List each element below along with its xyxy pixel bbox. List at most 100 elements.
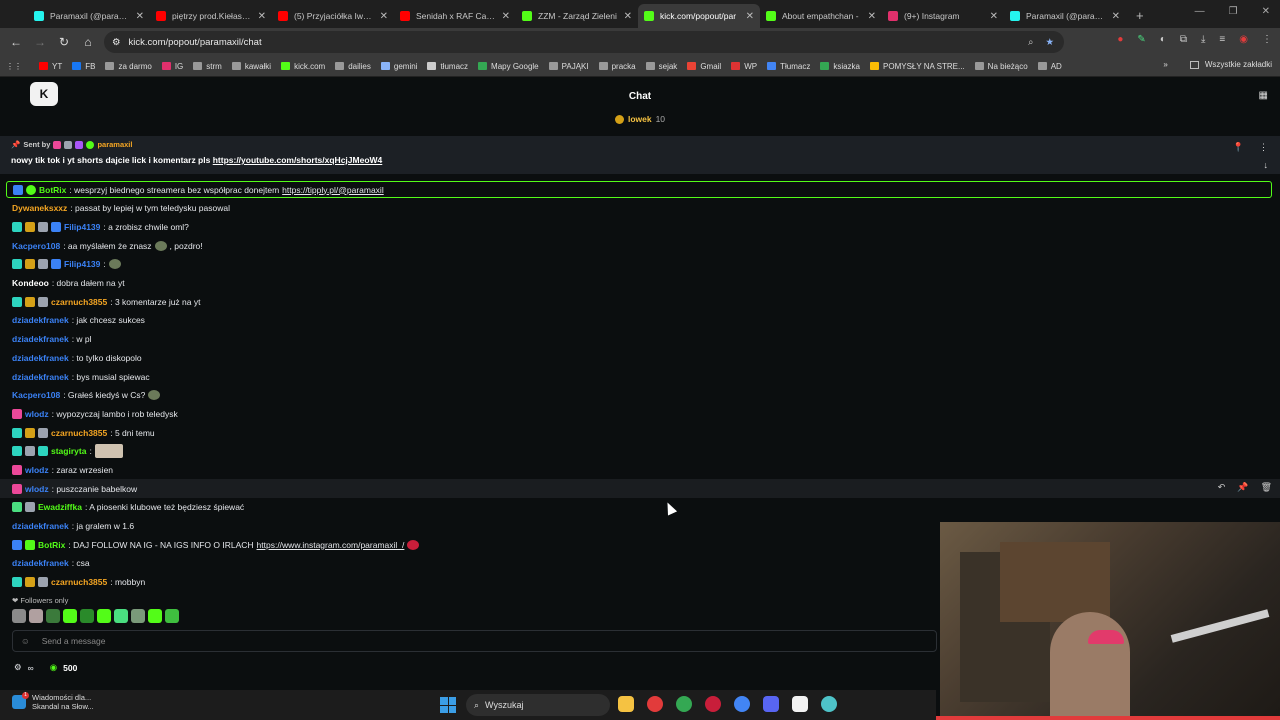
bookmark-item[interactable]: Tłumacz (762, 62, 815, 71)
start-icon[interactable] (440, 697, 456, 713)
close-tab-icon[interactable]: ✕ (136, 11, 144, 22)
chat-username[interactable]: dziadekfranek (12, 521, 69, 531)
browser-tab[interactable]: piętrzy prod.Kiełas - Y ✕ (150, 4, 272, 28)
bookmark-item[interactable]: pracka (594, 62, 641, 71)
bookmark-item[interactable]: Na bieżąco (970, 62, 1033, 71)
back-icon[interactable]: ← (4, 35, 28, 49)
more-options-icon[interactable]: ⋮ (1259, 142, 1268, 153)
address-bar[interactable]: ⚙ kick.com/popout/paramaxil/chat ⌕ ★ (104, 31, 1064, 53)
bookmark-item[interactable]: FB (67, 62, 100, 71)
zoom-icon[interactable]: ⌕ (1028, 37, 1033, 48)
bookmark-item[interactable]: WP (726, 62, 762, 71)
emote-button[interactable] (80, 609, 94, 623)
site-info-icon[interactable]: ⚙ (112, 37, 121, 48)
close-tab-icon[interactable]: ✕ (868, 11, 876, 22)
news-widget[interactable]: 1 Wiadomości dla... Skandal na Słow... (12, 692, 94, 711)
new-tab-icon[interactable]: + (1126, 4, 1154, 28)
settings-icon[interactable]: ⚙ (14, 662, 22, 673)
chat-username[interactable]: BotRix (38, 540, 65, 550)
emote-button[interactable] (97, 609, 111, 623)
collapse-down-icon[interactable]: ↓ (1264, 160, 1269, 170)
app-icon[interactable] (647, 696, 663, 712)
chat-username[interactable]: Filip4139 (64, 259, 100, 269)
close-tab-icon[interactable]: ✕ (258, 11, 266, 22)
maximize-icon[interactable]: ❐ (1229, 6, 1238, 17)
close-tab-icon[interactable]: ✕ (624, 11, 632, 22)
bookmark-item[interactable]: kick.com (276, 62, 330, 71)
forward-icon[interactable]: → (28, 35, 52, 49)
minimize-icon[interactable]: — (1195, 6, 1205, 17)
chat-username[interactable]: czarnuch3855 (51, 577, 107, 587)
message-input[interactable]: ☺ Send a message (12, 630, 937, 652)
bookmark-item[interactable]: gemini (376, 62, 423, 71)
taskbar-search[interactable]: ⌕ Wyszukaj (466, 694, 610, 716)
browser-tab[interactable]: Paramaxil (@paramax ✕ (1004, 4, 1126, 28)
reply-icon[interactable]: ↶ (1218, 482, 1226, 493)
chat-username[interactable]: dziadekfranek (12, 315, 69, 325)
browser-tab[interactable]: About empathchan - ✕ (760, 4, 882, 28)
chrome-icon[interactable] (734, 696, 750, 712)
chat-username[interactable]: Ewadziffka (38, 502, 82, 512)
close-tab-icon[interactable]: ✕ (1112, 11, 1120, 22)
reading-list-icon[interactable]: ≡ (1219, 34, 1225, 45)
pinned-username[interactable]: paramaxil (97, 140, 132, 149)
users-icon[interactable]: ∞ (28, 663, 34, 673)
chat-username[interactable]: Kacpero108 (12, 241, 60, 251)
all-bookmarks-link[interactable]: Wszystkie zakładki (1205, 60, 1272, 69)
browser-icon[interactable] (676, 696, 692, 712)
emote-button[interactable] (46, 609, 60, 623)
capcut-icon[interactable] (792, 696, 808, 712)
bookmark-item[interactable]: ksiazka (815, 62, 865, 71)
extension-gray-icon[interactable]: ◐ (1160, 34, 1166, 45)
browser-tab[interactable]: Senidah x RAF Camo ✕ (394, 4, 516, 28)
profile-avatar-icon[interactable]: ◉ (1239, 34, 1248, 45)
chat-username[interactable]: Kacpero108 (12, 390, 60, 400)
emote-button[interactable] (63, 609, 77, 623)
network-icon[interactable] (821, 696, 837, 712)
chat-username[interactable]: dziadekfranek (12, 353, 69, 363)
emote-button[interactable] (131, 609, 145, 623)
bookmark-item[interactable]: za darmo (100, 62, 156, 71)
record-extension-icon[interactable]: ● (1117, 34, 1123, 45)
chat-username[interactable]: Kondeoo (12, 278, 49, 288)
chat-username[interactable]: dziadekfranek (12, 372, 69, 382)
bookmark-item[interactable]: tłumacz (422, 62, 473, 71)
chat-username[interactable]: dziadekfranek (12, 334, 69, 344)
message-link[interactable]: https://www.instagram.com/paramaxil_/ (257, 540, 405, 550)
bookmark-item[interactable]: IG (157, 62, 188, 71)
pin-icon[interactable]: 📍 (1233, 142, 1244, 153)
bookmark-star-icon[interactable]: ★ (1045, 37, 1054, 48)
close-tab-icon[interactable]: ✕ (380, 11, 388, 22)
chat-settings-icon[interactable]: ▦ (1259, 90, 1268, 101)
bookmark-item[interactable]: dailies (330, 62, 376, 71)
emote-button[interactable] (29, 609, 43, 623)
message-link[interactable]: https://tipply.pl/@paramaxil (282, 185, 384, 195)
browser-tab[interactable]: Paramaxil (@paramax ✕ (28, 4, 150, 28)
close-tab-icon[interactable]: ✕ (990, 11, 998, 22)
close-window-icon[interactable]: ✕ (1262, 6, 1270, 17)
home-icon[interactable]: ⌂ (76, 35, 100, 49)
emote-button[interactable] (12, 609, 26, 623)
pinned-link[interactable]: https://youtube.com/shorts/xqHcjJMeoW4 (213, 155, 383, 165)
close-tab-icon[interactable]: ✕ (502, 11, 510, 22)
delete-icon[interactable]: 🗑 (1261, 482, 1272, 493)
emote-button[interactable] (148, 609, 162, 623)
more-bookmarks-icon[interactable]: » (1163, 60, 1167, 69)
bookmark-item[interactable]: AD (1033, 62, 1067, 71)
gift-leaderboard[interactable]: lowek 10 (0, 112, 1280, 126)
discord-icon[interactable] (763, 696, 779, 712)
chat-username[interactable]: dziadekfranek (12, 558, 69, 568)
emote-button[interactable] (114, 609, 128, 623)
chat-username[interactable]: czarnuch3855 (51, 428, 107, 438)
chat-username[interactable]: wlodz (25, 409, 49, 419)
channel-points[interactable]: 500 (63, 663, 77, 673)
emote-button[interactable] (165, 609, 179, 623)
extensions-puzzle-icon[interactable]: ⧉ (1180, 34, 1187, 45)
browser-tab[interactable]: ZZM - Zarząd Zieleni ✕ (516, 4, 638, 28)
close-tab-icon[interactable]: ✕ (746, 11, 754, 22)
chat-username[interactable]: BotRix (39, 185, 66, 195)
browser-tab[interactable]: (9+) Instagram ✕ (882, 4, 1004, 28)
chat-username[interactable]: wlodz (25, 465, 49, 475)
bookmark-item[interactable]: PAJĄKI (544, 62, 594, 71)
apps-grid-icon[interactable]: ⋮⋮ (6, 62, 22, 71)
